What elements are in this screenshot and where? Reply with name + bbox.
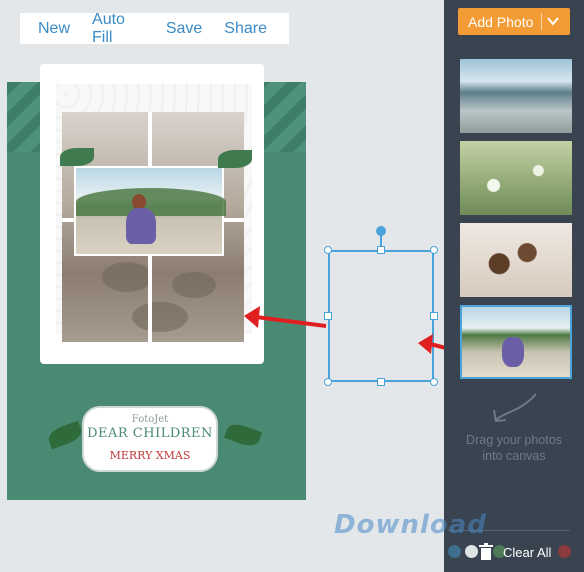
annotation-arrow-to-card [244,306,327,328]
card-label[interactable]: FotoJet DEAR CHILDREN MERRY XMAS [82,406,218,472]
resize-handle-bottom-right[interactable] [430,378,438,386]
resize-handle-right[interactable] [430,312,438,320]
add-photo-label: Add Photo [468,13,534,30]
rotate-handle-icon[interactable] [376,226,386,236]
top-toolbar: New Auto Fill Save Share [20,11,289,47]
resize-handle-bottom-left[interactable] [324,378,332,386]
photo-thumbnail-beach[interactable] [460,59,572,133]
resize-handle-top-left[interactable] [324,246,332,254]
card-brand: FotoJet [131,414,169,425]
color-dot-blue[interactable] [448,545,461,558]
clear-all-button[interactable]: Clear All [503,545,551,560]
card-title: DEAR CHILDREN [87,426,213,441]
auto-fill-button[interactable]: Auto Fill [92,11,144,47]
chevron-down-icon[interactable] [546,14,560,28]
holly-leaf-top-left [60,148,94,166]
photo-thumbnail-coffee[interactable] [460,223,572,297]
resize-handle-bottom[interactable] [377,378,385,386]
new-button[interactable]: New [38,20,70,38]
photo-thumbnail-girl[interactable] [460,305,572,379]
drag-arrow-icon [493,393,537,423]
drag-hint-text: Drag your photos into canvas [466,433,562,463]
share-button[interactable]: Share [224,20,267,38]
watermark: Download [334,510,487,540]
empty-photo-frame-selection[interactable] [328,250,434,382]
holly-leaf-top-right [218,150,252,168]
save-button[interactable]: Save [166,20,202,38]
resize-handle-top-right[interactable] [430,246,438,254]
color-dot-red[interactable] [558,545,571,558]
color-dot-white[interactable] [465,545,478,558]
photo-thumbnail-flowers[interactable] [460,141,572,215]
add-photo-button[interactable]: Add Photo [458,8,570,35]
button-separator [541,13,542,30]
placed-photo[interactable] [74,166,226,256]
trash-icon[interactable] [478,543,494,561]
card-subtitle: MERRY XMAS [109,449,191,462]
resize-handle-top[interactable] [377,246,385,254]
